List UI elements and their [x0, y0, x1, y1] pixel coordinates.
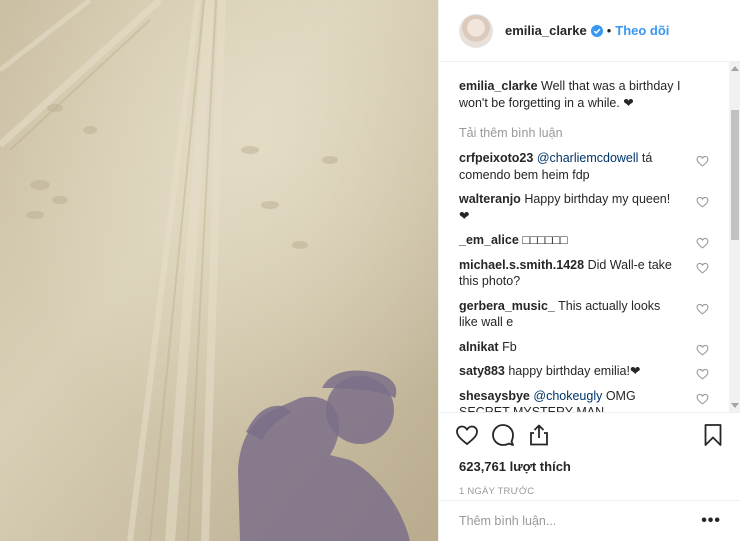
comment-username[interactable]: saty883 [459, 364, 505, 378]
comment-like-heart-icon[interactable] [696, 155, 709, 167]
comments-scrollbar[interactable] [729, 62, 740, 412]
add-comment-bar: ••• [439, 500, 740, 541]
comment-item: saty883 happy birthday emilia!❤ [459, 363, 709, 380]
scroll-up-arrow-icon[interactable] [731, 66, 739, 71]
beach-shadow-photo [0, 0, 438, 541]
comment-like-heart-icon[interactable] [696, 368, 709, 380]
scrollbar-thumb[interactable] [731, 110, 739, 240]
comment-text: □□□□□□ [522, 233, 568, 247]
comment-item: walteranjo Happy birthday my queen! ❤ [459, 191, 709, 224]
comment-username[interactable]: shesaysbye [459, 389, 530, 403]
comment-like-heart-icon[interactable] [696, 303, 709, 315]
post-username[interactable]: emilia_clarke [505, 23, 587, 38]
post-header: emilia_clarke • Theo dõi [439, 0, 740, 62]
post-timestamp[interactable]: 1 NGÀY TRƯỚC [459, 486, 725, 497]
post-panel: emilia_clarke • Theo dõi emilia_clarke W… [438, 0, 740, 541]
comment-like-heart-icon[interactable] [696, 196, 709, 208]
comment-text: Fb [502, 339, 517, 354]
comment-like-heart-icon[interactable] [696, 237, 709, 249]
follow-button[interactable]: Theo dõi [615, 23, 669, 38]
more-options-icon[interactable]: ••• [701, 512, 721, 530]
post-photo[interactable] [0, 0, 438, 541]
comment-item: michael.s.smith.1428 Did Wall-e take thi… [459, 257, 709, 290]
avatar[interactable] [459, 13, 493, 48]
comment-item: gerbera_music_ This actually looks like … [459, 298, 709, 331]
comment-username[interactable]: walteranjo [459, 192, 521, 206]
comments-list[interactable]: emilia_clarke Well that was a birthday I… [439, 62, 729, 412]
comment-mention[interactable]: @chokeugly [533, 389, 602, 403]
comment-item: shesaysbye @chokeugly OMG SECRET MYSTERY… [459, 388, 709, 412]
comment-item: alnikat Fb [459, 339, 709, 356]
header-separator: • [606, 23, 612, 38]
heart-icon[interactable] [455, 423, 479, 447]
bookmark-icon[interactable] [701, 423, 725, 447]
comment-username[interactable]: crfpeixoto23 [459, 151, 533, 165]
comment-like-heart-icon[interactable] [696, 344, 709, 356]
verified-badge-icon [590, 24, 603, 37]
comment-like-heart-icon[interactable] [696, 262, 709, 274]
comment-username[interactable]: gerbera_music_ [459, 299, 555, 313]
comment-item: crfpeixoto23 @charliemcdowell tá comendo… [459, 150, 709, 183]
load-more-comments-button[interactable]: Tải thêm bình luận [459, 126, 709, 140]
comment-username[interactable]: alnikat [459, 340, 499, 354]
comment-username[interactable]: _em_alice [459, 233, 519, 247]
post-actions: 623,761 lượt thích 1 NGÀY TRƯỚC [439, 412, 740, 500]
action-icons [455, 421, 725, 449]
comment-mention[interactable]: @charliemcdowell [537, 151, 639, 165]
comment-like-heart-icon[interactable] [696, 393, 709, 405]
comment-text: happy birthday emilia!❤ [508, 364, 641, 378]
add-comment-input[interactable] [459, 514, 702, 528]
caption: emilia_clarke Well that was a birthday I… [459, 78, 709, 112]
scroll-down-arrow-icon[interactable] [731, 403, 739, 408]
caption-username[interactable]: emilia_clarke [459, 79, 538, 93]
comment-icon[interactable] [491, 423, 515, 447]
comment-username[interactable]: michael.s.smith.1428 [459, 258, 584, 272]
comment-item: _em_alice □□□□□□ [459, 232, 709, 249]
likes-count[interactable]: 623,761 lượt thích [459, 459, 725, 474]
share-icon[interactable] [527, 423, 551, 447]
